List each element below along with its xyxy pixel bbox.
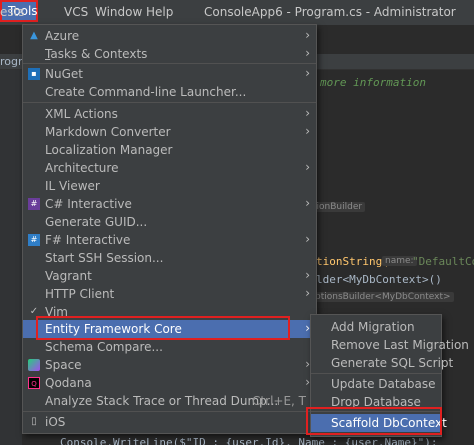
code-connection-string: "DefaultCo: [412, 255, 474, 268]
menu-item-vagrant[interactable]: Vagrant ›: [23, 267, 316, 285]
menu-item-ios[interactable]: ▯ iOS: [23, 413, 316, 431]
menu-help[interactable]: Help: [146, 5, 173, 19]
menu-item-markdown-converter[interactable]: Markdown Converter ›: [23, 123, 316, 141]
menu-item-localization-manager[interactable]: Localization Manager: [23, 141, 316, 159]
menu-views-partial[interactable]: ests: [0, 5, 25, 19]
menu-item-generate-guid[interactable]: Generate GUID...: [23, 213, 316, 231]
code-connection-call: tionString(: [316, 255, 389, 268]
menu-item-qodana[interactable]: Q Qodana ›: [23, 374, 316, 392]
space-icon: [28, 359, 40, 371]
fsharp-interactive-icon: #: [28, 234, 40, 246]
menu-window[interactable]: Window: [95, 5, 142, 19]
menu-item-azure[interactable]: ▲ Azure ›: [23, 27, 316, 45]
menu-item-start-ssh[interactable]: Start SSH Session...: [23, 249, 316, 267]
submenu-arrow-icon: ›: [305, 268, 310, 282]
menu-item-fsharp-interactive[interactable]: # F# Interactive ›: [23, 231, 316, 249]
submenu-item-add-migration[interactable]: Add Migration: [311, 318, 441, 336]
menu-item-xml-actions[interactable]: XML Actions ›: [23, 105, 316, 123]
submenu-arrow-icon: ›: [305, 124, 310, 138]
menu-separator: [23, 102, 316, 103]
menu-vcs[interactable]: VCS: [64, 5, 88, 19]
submenu-arrow-icon: ›: [305, 196, 310, 210]
menu-item-tasks-contexts[interactable]: Tasks & Contexts ›: [23, 45, 316, 63]
menu-item-il-viewer[interactable]: IL Viewer: [23, 177, 316, 195]
editor-gutter: [0, 70, 22, 445]
highlight-box-entity-framework: [36, 316, 290, 340]
submenu-item-update-database[interactable]: Update Database: [311, 375, 441, 393]
ios-icon: ▯: [31, 416, 37, 427]
submenu-arrow-icon: ›: [305, 46, 310, 60]
window-title: ConsoleApp6 - Program.cs - Administrator: [204, 5, 456, 19]
menu-bar: ests Tools VCS Window Help ConsoleApp6 -…: [0, 0, 474, 26]
menu-item-architecture[interactable]: Architecture ›: [23, 159, 316, 177]
csharp-interactive-icon: #: [28, 198, 40, 210]
menu-separator: [23, 63, 316, 64]
highlight-box-scaffold: [306, 407, 442, 435]
menu-item-analyze-stack-trace[interactable]: Analyze Stack Trace or Thread Dump... Ct…: [23, 392, 316, 410]
menu-item-http-client[interactable]: HTTP Client ›: [23, 285, 316, 303]
submenu-item-remove-last-migration[interactable]: Remove Last Migration: [311, 336, 469, 354]
menu-item-nuget[interactable]: ▪ NuGet ›: [23, 65, 316, 83]
menu-separator: [311, 373, 441, 374]
menu-separator: [23, 411, 316, 412]
azure-icon: ▲: [30, 30, 38, 41]
submenu-item-generate-sql-script[interactable]: Generate SQL Script: [311, 354, 453, 372]
submenu-arrow-icon: ›: [305, 286, 310, 300]
code-bottom-line: Console.WriteLine($"ID : {user.Id}, Name…: [60, 436, 438, 445]
code-builder: lder<MyDbContext>(): [316, 273, 442, 286]
menu-item-schema-compare[interactable]: Schema Compare...: [23, 338, 316, 356]
code-comment: more information: [320, 76, 426, 89]
shortcut-label: Ctrl+E, T: [252, 394, 306, 408]
nuget-icon: ▪: [28, 68, 40, 80]
submenu-arrow-icon: ›: [305, 28, 310, 42]
inlay-hint-options: tionBuilder: [310, 202, 366, 212]
submenu-arrow-icon: ›: [305, 106, 310, 120]
inlay-hint-builder: ptionsBuilder<MyDbContext>: [312, 292, 454, 302]
menu-item-create-launcher[interactable]: Create Command-line Launcher...: [23, 83, 316, 101]
submenu-arrow-icon: ›: [305, 66, 310, 80]
menu-item-csharp-interactive[interactable]: # C# Interactive ›: [23, 195, 316, 213]
tools-menu: ▲ Azure › Tasks & Contexts › ▪ NuGet › C…: [22, 24, 317, 434]
submenu-arrow-icon: ›: [305, 160, 310, 174]
submenu-arrow-icon: ›: [305, 232, 310, 246]
qodana-icon: Q: [28, 377, 40, 389]
menu-item-space[interactable]: Space ›: [23, 356, 316, 374]
